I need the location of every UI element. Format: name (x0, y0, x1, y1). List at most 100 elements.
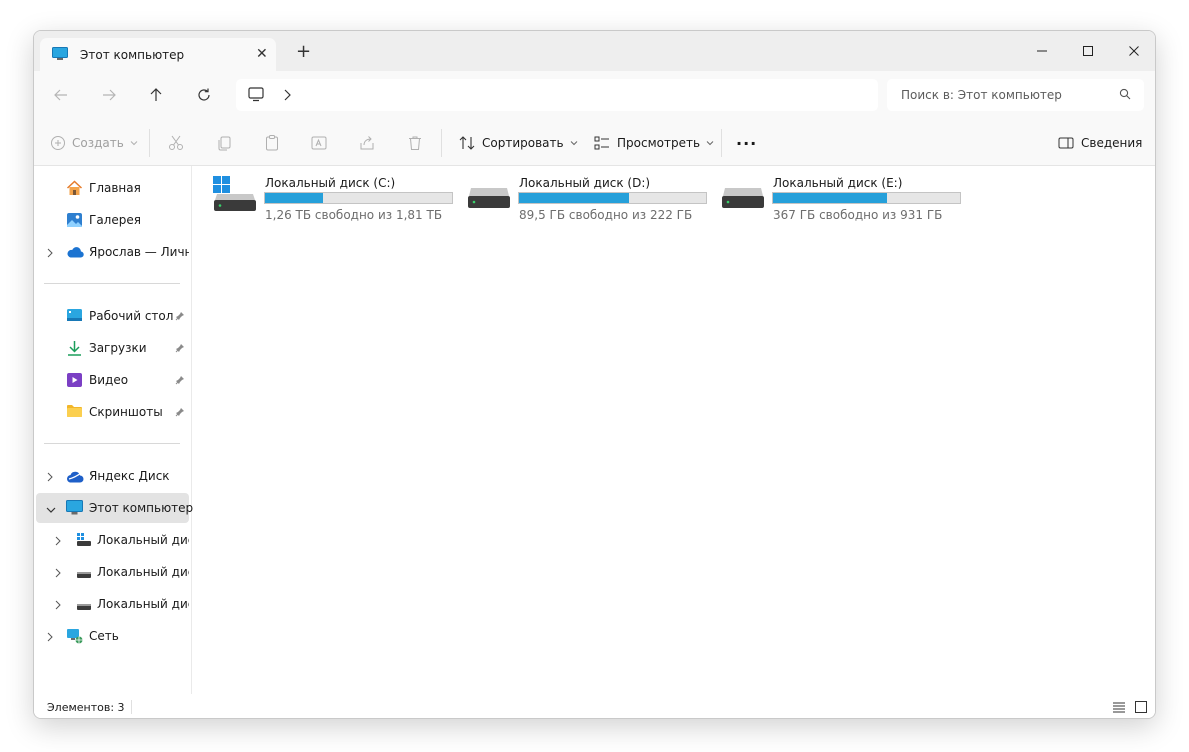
paste-button[interactable] (263, 131, 281, 155)
file-explorer-window: Этот компьютер ✕ + Поиск в: Этот компьют… (33, 30, 1156, 719)
sidebar-item-desktop[interactable]: Рабочий стол (36, 301, 189, 331)
sidebar-item-onedrive[interactable]: Ярослав — Личное (36, 237, 189, 267)
sidebar-item-label: Рабочий стол (89, 309, 174, 323)
drive-usage-fill (773, 193, 888, 203)
sidebar-item-screenshots[interactable]: Скриншоты (36, 397, 189, 427)
address-bar[interactable] (236, 79, 878, 111)
chevron-right-icon[interactable] (54, 599, 62, 613)
chevron-right-icon[interactable] (46, 471, 54, 485)
drive-name: Локальный диск (D:) (519, 176, 651, 190)
chevron-down-icon (570, 141, 577, 146)
delete-button[interactable] (406, 131, 424, 155)
sidebar-item-label: Этот компьютер (89, 501, 194, 515)
sidebar-item-label: Ярослав — Личное (89, 245, 189, 259)
drive-tile-e[interactable]: Локальный диск (E:) 367 ГБ свободно из 9… (701, 174, 961, 228)
title-bar: Этот компьютер ✕ + (34, 31, 1155, 71)
more-options-button[interactable]: ··· (736, 131, 757, 155)
computer-icon (248, 87, 264, 105)
sidebar-item-label: Видео (89, 373, 129, 387)
sidebar-item-drive-e[interactable]: Локальный диск (E:) (36, 589, 189, 619)
sidebar-item-drive-c[interactable]: Локальный диск (C:) (36, 525, 189, 555)
tiles-view-button[interactable] (1134, 700, 1150, 716)
sidebar-item-label: Скриншоты (89, 405, 163, 419)
drive-name: Локальный диск (E:) (773, 176, 903, 190)
pin-icon[interactable] (175, 374, 185, 388)
share-button[interactable] (358, 131, 376, 155)
share-icon (360, 136, 374, 150)
minimize-icon (1037, 50, 1047, 52)
close-window-button[interactable] (1111, 35, 1155, 67)
sort-button[interactable]: Сортировать (458, 131, 578, 155)
drive-icon (76, 568, 92, 582)
plus-circle-icon (51, 136, 65, 150)
details-view-button[interactable] (1112, 700, 1128, 716)
status-bar: Элементов: 3 (34, 694, 1155, 718)
drive-tile-c[interactable]: Локальный диск (C:) 1,26 ТБ свободно из … (193, 174, 453, 228)
tab-close-button[interactable]: ✕ (256, 46, 268, 62)
details-label: Сведения (1081, 136, 1143, 150)
sidebar-item-home[interactable]: Главная (36, 173, 189, 203)
maximize-icon (1083, 46, 1093, 56)
system-drive-icon (76, 532, 92, 550)
details-pane-icon (1058, 137, 1074, 149)
sidebar-item-label: Сеть (89, 629, 119, 643)
sort-label: Сортировать (482, 136, 564, 150)
desktop-icon (66, 308, 83, 326)
gallery-icon (66, 212, 83, 231)
copy-button[interactable] (215, 131, 233, 155)
pin-icon[interactable] (175, 406, 185, 420)
network-icon (66, 628, 83, 647)
cut-button[interactable] (167, 131, 185, 155)
details-button[interactable]: Сведения (1057, 131, 1142, 155)
drive-usage-fill (519, 193, 630, 203)
close-icon (1129, 46, 1139, 56)
maximize-button[interactable] (1065, 35, 1111, 67)
toolbar-divider (721, 129, 722, 157)
drive-free-space: 89,5 ГБ свободно из 222 ГБ (519, 208, 693, 222)
forward-button[interactable] (97, 83, 121, 107)
clipboard-icon (266, 135, 278, 151)
video-icon (66, 372, 83, 391)
sidebar-item-label: Главная (89, 181, 141, 195)
tab-this-pc[interactable]: Этот компьютер ✕ (40, 38, 276, 71)
trash-icon (409, 136, 421, 150)
sidebar-item-downloads[interactable]: Загрузки (36, 333, 189, 363)
new-tab-button[interactable]: + (296, 43, 311, 61)
sidebar-item-drive-d[interactable]: Локальный диск (D:) (36, 557, 189, 587)
minimize-button[interactable] (1019, 35, 1065, 67)
arrow-right-icon (103, 89, 116, 101)
sidebar-item-videos[interactable]: Видео (36, 365, 189, 395)
up-button[interactable] (144, 83, 168, 107)
navigation-pane: Главная Галерея Ярослав — Личное Рабочий… (34, 166, 193, 694)
details-view-icon (1113, 702, 1125, 713)
create-button[interactable]: Создать (50, 131, 138, 155)
view-button[interactable]: Просмотреть (593, 131, 714, 155)
chevron-right-icon[interactable] (54, 535, 62, 549)
sidebar-divider (44, 443, 180, 444)
sidebar-item-network[interactable]: Сеть (36, 621, 189, 651)
search-box[interactable]: Поиск в: Этот компьютер (887, 79, 1144, 111)
drive-usage-fill (265, 193, 323, 203)
pin-icon[interactable] (175, 342, 185, 356)
chevron-right-icon[interactable] (46, 631, 54, 645)
drive-tile-d[interactable]: Локальный диск (D:) 89,5 ГБ свободно из … (447, 174, 707, 228)
address-row: Поиск в: Этот компьютер (34, 71, 1155, 119)
monitor-icon (66, 500, 83, 518)
pin-icon[interactable] (175, 310, 185, 324)
item-count: Элементов: 3 (47, 701, 125, 714)
sidebar-item-this-pc[interactable]: Этот компьютер (36, 493, 193, 523)
rename-button[interactable] (310, 131, 328, 155)
sidebar-item-yandex-disk[interactable]: Яндекс Диск (36, 461, 189, 491)
drive-icon (467, 176, 511, 215)
sidebar-item-gallery[interactable]: Галерея (36, 205, 189, 235)
tab-title: Этот компьютер (80, 48, 185, 62)
arrow-up-icon (150, 88, 162, 101)
cloud-icon (66, 246, 84, 261)
refresh-button[interactable] (192, 83, 216, 107)
chevron-down-icon[interactable] (46, 503, 56, 517)
chevron-right-icon[interactable] (54, 567, 62, 581)
search-input[interactable]: Поиск в: Этот компьютер (901, 88, 1062, 102)
back-button[interactable] (49, 83, 73, 107)
chevron-right-icon[interactable] (46, 247, 54, 261)
breadcrumb-chevron-icon[interactable] (282, 88, 292, 105)
